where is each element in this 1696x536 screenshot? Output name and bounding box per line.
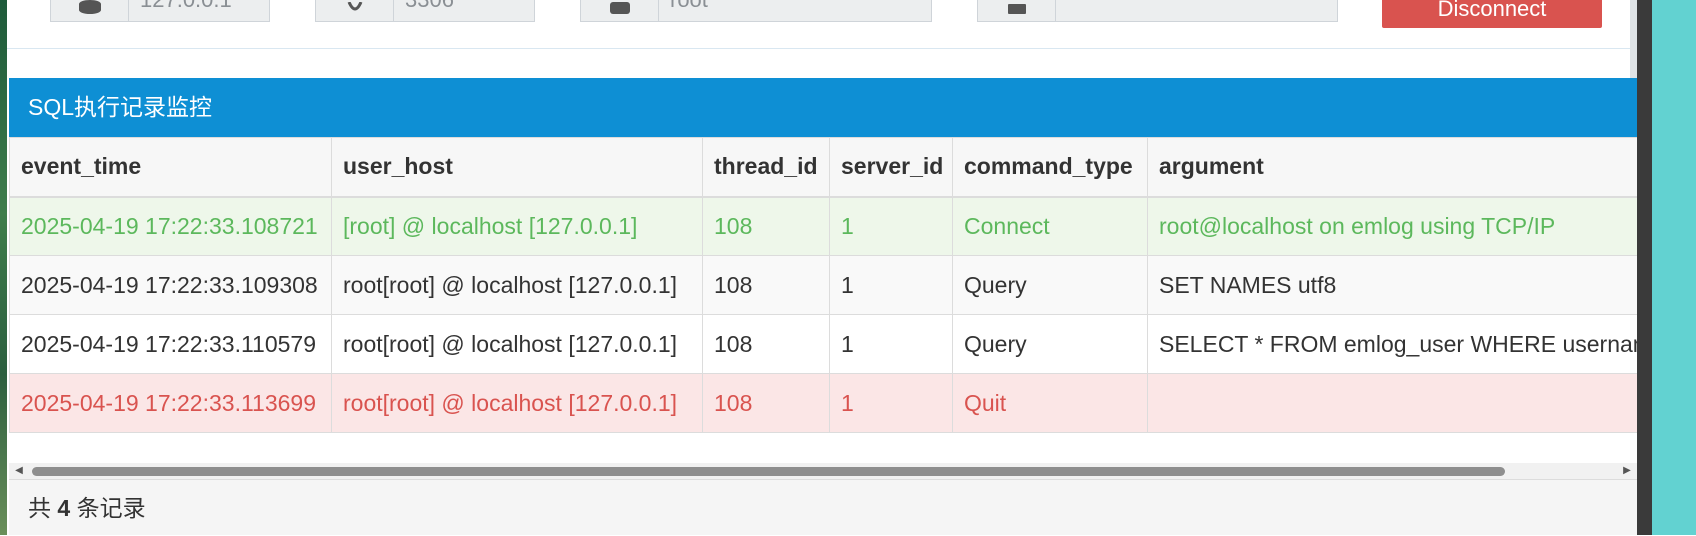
user-host-cell: root[root] @ localhost [127.0.0.1] [331, 255, 703, 315]
horizontal-scrollbar[interactable]: ◀ ▶ [9, 463, 1637, 479]
table-row: 2025-04-19 17:22:33.108721 [root] @ loca… [9, 196, 1637, 256]
record-count: 共 4 条记录 [9, 479, 1637, 535]
user-host-cell: root[root] @ localhost [127.0.0.1] [331, 373, 703, 433]
map-pin-icon [316, 0, 394, 21]
password-input-group [977, 0, 1338, 22]
password-input[interactable] [1057, 0, 1337, 21]
column-header: event_time [9, 137, 332, 198]
column-header: command_type [952, 137, 1148, 198]
desktop-background-right [1652, 0, 1696, 535]
column-header: argument [1147, 137, 1637, 198]
argument-cell: SELECT * FROM emlog_user WHERE usernam [1147, 314, 1637, 374]
server-id-cell: 1 [829, 314, 953, 374]
scrollbar-thumb[interactable] [32, 467, 1505, 476]
argument-cell [1147, 373, 1637, 433]
event-time-cell: 2025-04-19 17:22:33.113699 [9, 373, 332, 433]
user-input[interactable]: root [660, 0, 931, 21]
thread-id-cell: 108 [702, 314, 830, 374]
column-header: user_host [331, 137, 703, 198]
record-count-prefix: 共 [28, 495, 51, 521]
host-input[interactable]: 127.0.0.1 [130, 0, 269, 21]
desktop-background-strip [0, 0, 7, 535]
sql-log-table-container[interactable]: event_time user_host thread_id server_id… [9, 137, 1637, 470]
event-time-cell: 2025-04-19 17:22:33.108721 [9, 196, 332, 256]
command-type-cell: Query [952, 314, 1148, 374]
thread-id-cell: 108 [702, 255, 830, 315]
table-row: 2025-04-19 17:22:33.113699 root[root] @ … [9, 373, 1637, 433]
command-type-cell: Query [952, 255, 1148, 315]
user-host-cell: [root] @ localhost [127.0.0.1] [331, 196, 703, 256]
lock-icon [978, 0, 1056, 21]
argument-cell: SET NAMES utf8 [1147, 255, 1637, 315]
user-host-cell: root[root] @ localhost [127.0.0.1] [331, 314, 703, 374]
user-input-group: root [580, 0, 932, 22]
window-frame-edge [1637, 0, 1652, 535]
table-header-row: event_time user_host thread_id server_id… [9, 137, 1637, 198]
host-input-group: 127.0.0.1 [50, 0, 270, 22]
database-icon [51, 0, 129, 21]
command-type-cell: Connect [952, 196, 1148, 256]
thread-id-cell: 108 [702, 373, 830, 433]
server-id-cell: 1 [829, 373, 953, 433]
connection-form: 127.0.0.1 3306 root Disconnect [7, 0, 1630, 49]
argument-cell: root@localhost on emlog using TCP/IP [1147, 196, 1637, 256]
record-count-suffix: 条记录 [76, 495, 146, 521]
sql-log-table: event_time user_host thread_id server_id… [9, 137, 1637, 433]
panel-title: SQL执行记录监控 [9, 78, 1637, 137]
user-icon [581, 0, 659, 21]
table-row: 2025-04-19 17:22:33.109308 root[root] @ … [9, 255, 1637, 315]
event-time-cell: 2025-04-19 17:22:33.109308 [9, 255, 332, 315]
arrow-left-icon[interactable]: ◀ [11, 463, 27, 479]
port-input[interactable]: 3306 [395, 0, 534, 21]
port-input-group: 3306 [315, 0, 535, 22]
table-row: 2025-04-19 17:22:33.110579 root[root] @ … [9, 314, 1637, 374]
command-type-cell: Quit [952, 373, 1148, 433]
thread-id-cell: 108 [702, 196, 830, 256]
server-id-cell: 1 [829, 255, 953, 315]
arrow-right-icon[interactable]: ▶ [1619, 463, 1635, 479]
disconnect-button[interactable]: Disconnect [1382, 0, 1602, 28]
record-count-number: 4 [57, 495, 71, 521]
column-header: server_id [829, 137, 953, 198]
column-header: thread_id [702, 137, 830, 198]
server-id-cell: 1 [829, 196, 953, 256]
event-time-cell: 2025-04-19 17:22:33.110579 [9, 314, 332, 374]
